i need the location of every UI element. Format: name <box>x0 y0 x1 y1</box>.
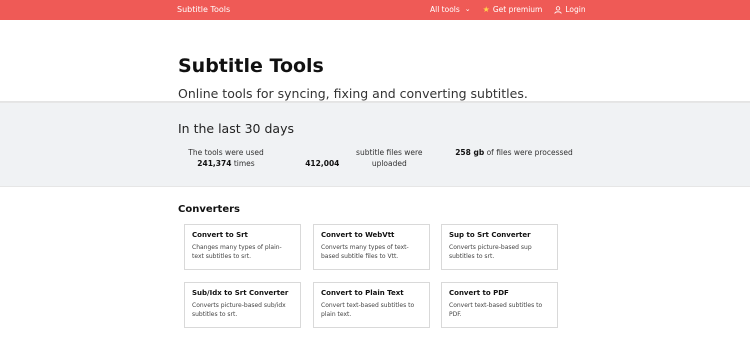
sup-to-srt-card[interactable]: Sup to Srt Converter Converts picture-ba… <box>441 224 558 270</box>
card-desc: Converts picture-based sup subtitles to … <box>449 244 532 260</box>
all-tools-dropdown[interactable]: All tools ⌄ <box>430 5 471 14</box>
star-icon: ★ <box>482 4 490 14</box>
stats-heading: In the last 30 days <box>178 121 294 136</box>
card-desc: Converts many types of text-based subtit… <box>321 244 409 260</box>
page-subtitle: Online tools for syncing, fixing and con… <box>178 86 528 101</box>
card-title: Convert to Srt <box>192 231 248 239</box>
card-desc: Changes many types of plain-text subtitl… <box>192 244 282 260</box>
login-link[interactable]: Login <box>554 5 586 14</box>
user-icon <box>554 5 562 14</box>
card-title: Convert to Plain Text <box>321 289 404 297</box>
get-premium-label: Get premium <box>492 5 543 14</box>
card-title: Convert to PDF <box>449 289 509 297</box>
hero-section: Subtitle Tools Online tools for syncing,… <box>0 20 750 102</box>
stat-value: 412,004 <box>305 159 340 168</box>
card-desc: Convert text-based subtitles to PDF. <box>449 302 543 318</box>
all-tools-label: All tools <box>430 5 460 14</box>
stat-files-uploaded: 412,004 subtitle files were uploaded <box>296 147 446 169</box>
convert-to-pdf-card[interactable]: Convert to PDF Convert text-based subtit… <box>441 282 558 328</box>
convert-to-webvtt-card[interactable]: Convert to WebVtt Converts many types of… <box>313 224 430 270</box>
nav-menu: All tools ⌄ ★ Get premium Login <box>430 5 586 14</box>
stats-section: In the last 30 days The tools were used … <box>0 102 750 187</box>
converters-heading: Converters <box>178 204 241 215</box>
stat-value: 241,374 <box>197 159 232 168</box>
stat-tools-used: The tools were used 241,374 times <box>151 147 301 169</box>
page-title: Subtitle Tools <box>178 55 324 77</box>
stat-post: of files were processed <box>486 148 573 157</box>
get-premium-link[interactable]: ★ Get premium <box>483 5 543 14</box>
subidx-to-srt-card[interactable]: Sub/Idx to Srt Converter Converts pictur… <box>184 282 301 328</box>
card-title: Sup to Srt Converter <box>449 231 531 239</box>
brand-link[interactable]: Subtitle Tools <box>177 5 230 14</box>
card-title: Convert to WebVtt <box>321 231 395 239</box>
convert-to-plain-text-card[interactable]: Convert to Plain Text Convert text-based… <box>313 282 430 328</box>
card-desc: Convert text-based subtitles to plain te… <box>321 302 415 318</box>
stat-value: 258 gb <box>455 148 485 157</box>
card-title: Sub/Idx to Srt Converter <box>192 289 289 297</box>
chevron-down-icon: ⌄ <box>464 5 471 13</box>
convert-to-srt-card[interactable]: Convert to Srt Changes many types of pla… <box>184 224 301 270</box>
card-desc: Converts picture-based sub/idx subtitles… <box>192 302 286 318</box>
stat-pre: The tools were used <box>188 148 264 157</box>
top-navbar: Subtitle Tools All tools ⌄ ★ Get premium… <box>0 0 750 20</box>
stat-post: subtitle files were uploaded <box>356 148 423 168</box>
converters-section: Converters Convert to Srt Changes many t… <box>0 187 750 352</box>
stat-gb-processed: 258 gb of files were processed <box>439 147 589 158</box>
stat-post: times <box>233 159 255 168</box>
login-label: Login <box>565 5 586 14</box>
